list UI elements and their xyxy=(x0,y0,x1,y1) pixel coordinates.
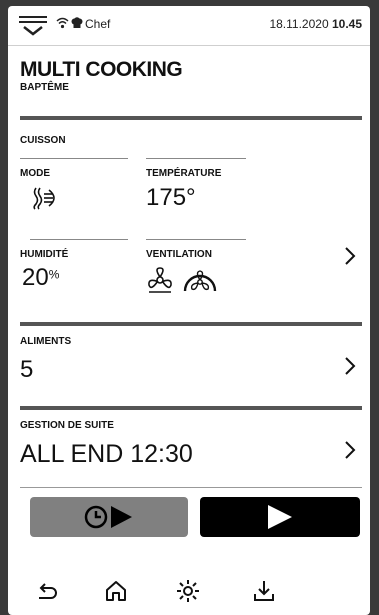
aliments-row[interactable]: ALIMENTS 5 xyxy=(8,326,370,401)
temperature-label: TEMPÉRATURE xyxy=(146,168,222,179)
gestion-chevron-right-icon xyxy=(344,440,356,465)
back-icon[interactable] xyxy=(36,582,58,609)
field-rule xyxy=(30,239,128,240)
menu-icon[interactable] xyxy=(18,14,48,41)
humidity-label: HUMIDITÉ xyxy=(20,249,69,260)
section-label-gestion: GESTION DE SUITE xyxy=(20,420,114,431)
ventilation-label: VENTILATION xyxy=(146,249,212,260)
home-icon[interactable] xyxy=(104,579,128,608)
chef-hat-icon xyxy=(71,16,83,34)
fan-speed-gauge-icon[interactable] xyxy=(182,264,218,299)
gestion-value: ALL END 12:30 xyxy=(20,440,193,468)
page-title: MULTI COOKING xyxy=(20,58,183,81)
start-button[interactable] xyxy=(200,497,360,537)
aliments-value: 5 xyxy=(20,356,34,383)
field-rule xyxy=(146,158,246,159)
section-label-cuisson: CUISSON xyxy=(20,135,66,146)
aliments-chevron-right-icon xyxy=(344,356,356,381)
user-name: Chef xyxy=(85,17,111,31)
wifi-icon xyxy=(56,16,69,34)
oven-screen: Chef 18.11.2020 10.45 MULTI COOKING BAPT… xyxy=(8,6,370,615)
light-icon[interactable] xyxy=(176,579,200,608)
date: 18.11.2020 xyxy=(269,17,329,31)
gestion-row[interactable]: GESTION DE SUITE ALL END 12:30 xyxy=(8,410,370,485)
steam-mode-icon[interactable] xyxy=(32,186,62,215)
date-time: 18.11.2020 10.45 xyxy=(269,17,362,31)
page-subtitle: BAPTÊME xyxy=(20,82,69,93)
fan-icon[interactable] xyxy=(146,266,174,299)
cuisson-chevron-right-icon[interactable] xyxy=(344,246,356,271)
humidity-value: 20 xyxy=(22,264,49,291)
clock-play-icon xyxy=(84,504,140,535)
field-rule xyxy=(146,239,246,240)
humidity-unit: % xyxy=(48,267,60,282)
field-rule xyxy=(20,158,128,159)
mode-label: MODE xyxy=(20,168,50,179)
section-divider xyxy=(20,116,362,120)
divider xyxy=(20,487,362,488)
time: 10.45 xyxy=(331,17,362,31)
temperature-value[interactable]: 175° xyxy=(146,184,196,212)
download-icon[interactable] xyxy=(252,579,276,608)
section-label-aliments: ALIMENTS xyxy=(20,336,72,347)
delayed-start-button[interactable] xyxy=(30,497,188,537)
status-bar: Chef 18.11.2020 10.45 xyxy=(8,6,370,46)
humidity-value-wrap[interactable]: 20% xyxy=(22,264,59,292)
play-icon xyxy=(266,504,294,535)
